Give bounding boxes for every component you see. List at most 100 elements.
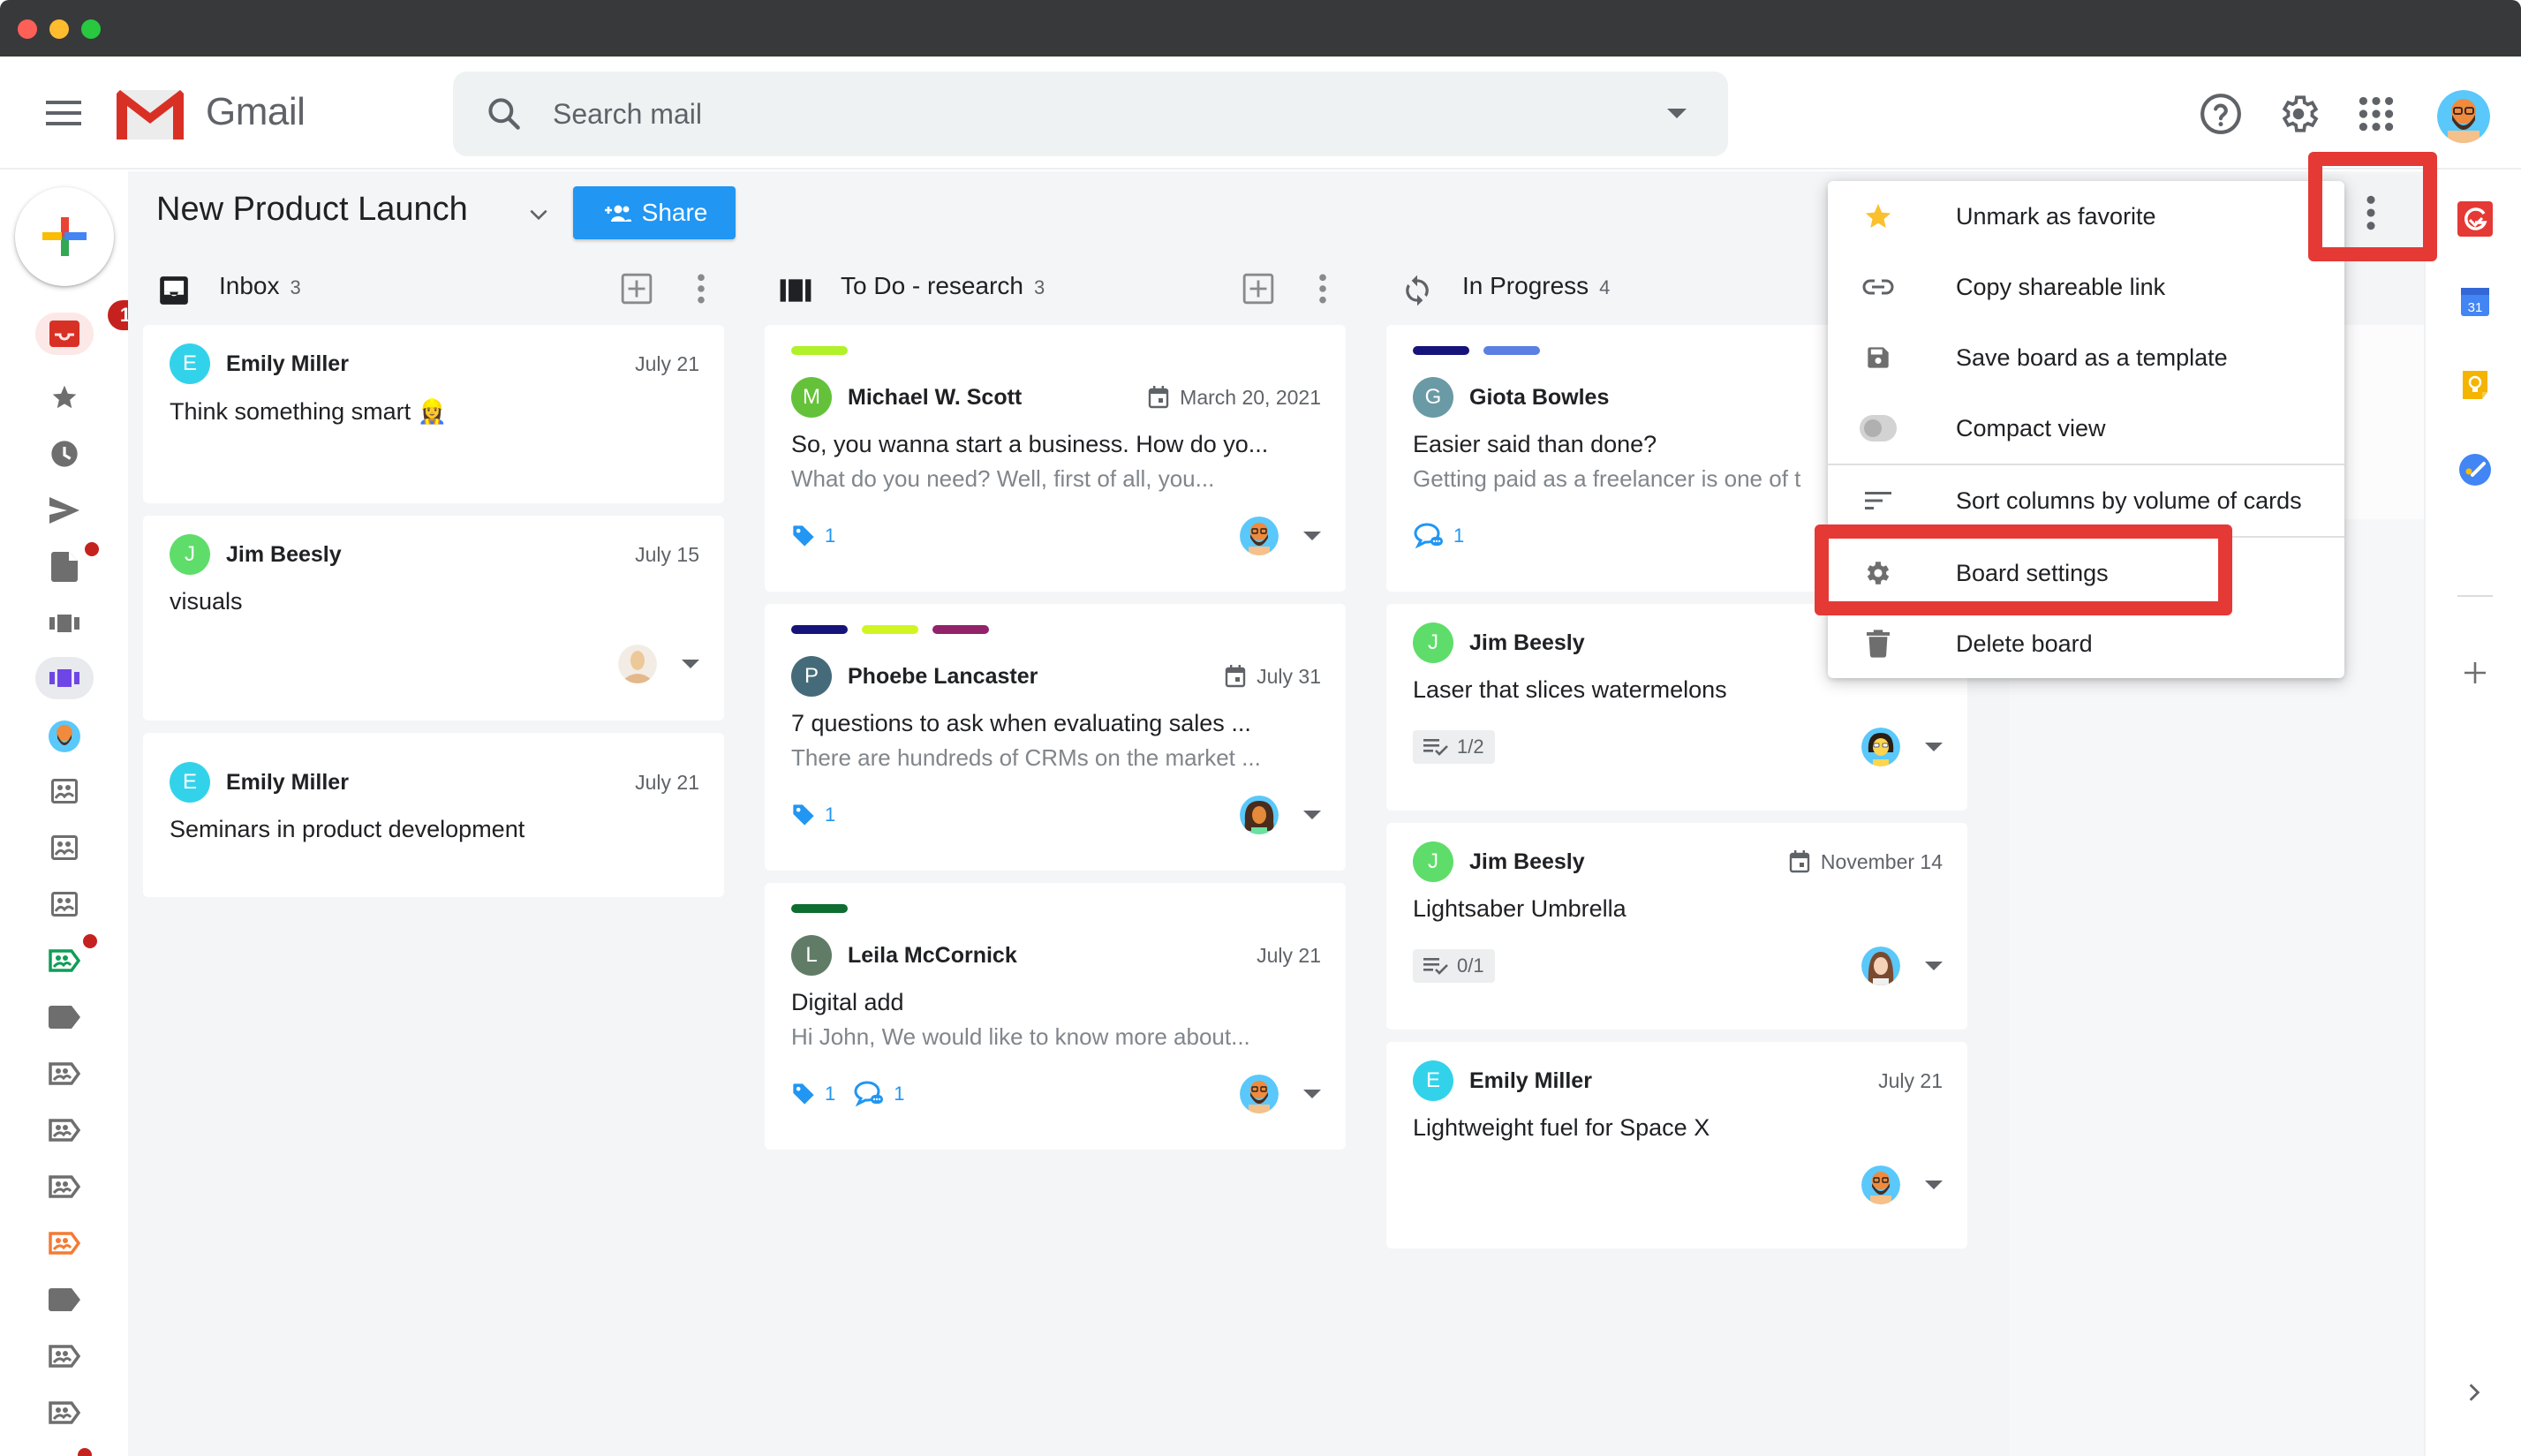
assignee[interactable] <box>1240 1075 1321 1113</box>
card[interactable]: P Phoebe Lancaster July 31 7 questions t… <box>765 604 1346 871</box>
sidebar-item-label-shared[interactable] <box>35 1393 94 1432</box>
sidebar-item-label-contacts[interactable] <box>35 885 94 924</box>
sidebar-item-inbox[interactable]: 1 <box>35 300 143 355</box>
assignee-dropdown-icon[interactable] <box>682 660 699 668</box>
label-bar[interactable] <box>791 346 848 355</box>
compact-view-toggle[interactable] <box>1860 415 1897 441</box>
sidebar-item-sent[interactable] <box>35 491 94 530</box>
card[interactable]: J Jim Beesly November 14 Lightsaber Umbr… <box>1386 823 1967 1030</box>
keep-icon[interactable] <box>2457 367 2493 403</box>
more-vertical-icon[interactable] <box>692 272 710 306</box>
sidebar-item-snoozed[interactable] <box>35 434 94 473</box>
long-hair-woman-avatar[interactable] <box>1861 947 1900 985</box>
menu-item-delete-board[interactable]: Delete board <box>1828 608 2344 679</box>
tag-count[interactable]: 1 <box>791 523 835 549</box>
curly-woman-avatar[interactable] <box>1240 796 1279 834</box>
card[interactable]: L Leila McCornick July 21 Digital add Hi… <box>765 883 1346 1150</box>
toggle-switch[interactable] <box>1858 408 1898 449</box>
menu-item-compact-view[interactable]: Compact view <box>1828 393 2344 464</box>
add-card-icon[interactable] <box>1242 272 1275 306</box>
search-options-icon[interactable] <box>1667 109 1687 118</box>
assignee[interactable] <box>618 645 699 683</box>
calendar-app-icon[interactable]: 31 <box>2457 284 2493 320</box>
sidebar-item-label[interactable] <box>35 998 94 1037</box>
assignee[interactable] <box>1240 517 1321 555</box>
share-button[interactable]: Share <box>573 186 736 239</box>
sidebar-item-label-shared[interactable] <box>35 1111 94 1150</box>
bearded-man-avatar[interactable] <box>1240 1075 1279 1113</box>
label-bar[interactable] <box>932 625 989 634</box>
sidebar-item-contact[interactable] <box>35 717 94 756</box>
card[interactable]: J Jim Beesly July 15 visuals <box>143 516 724 720</box>
add-card-icon[interactable] <box>620 272 653 306</box>
assignee[interactable] <box>1861 1166 1943 1204</box>
sidebar-item-label[interactable] <box>35 1280 94 1319</box>
tag-count[interactable]: 1 <box>791 802 835 828</box>
assignee[interactable] <box>1240 796 1321 834</box>
checklist-progress[interactable]: 1/2 <box>1413 730 1495 764</box>
compose-button[interactable] <box>15 187 114 286</box>
board-title[interactable]: New Product Launch <box>156 191 468 229</box>
menu-item-sort-columns[interactable]: Sort columns by volume of cards <box>1828 465 2344 536</box>
chevron-down-icon[interactable] <box>527 203 550 226</box>
sidebar-item-boards[interactable] <box>35 604 94 643</box>
checklist-value: 0/1 <box>1457 954 1484 977</box>
gmelius-icon[interactable] <box>2457 201 2493 237</box>
sidebar-item-label-contacts[interactable] <box>35 828 94 867</box>
close-window-button[interactable] <box>18 19 37 39</box>
sidebar-item-current-board[interactable] <box>35 657 94 699</box>
card[interactable]: M Michael W. Scott March 20, 2021 So, yo… <box>765 325 1346 592</box>
menu-item-save-template[interactable]: Save board as a template <box>1828 322 2344 393</box>
default-person-avatar[interactable] <box>618 645 657 683</box>
bearded-man-avatar[interactable] <box>1240 517 1279 555</box>
card[interactable]: E Emily Miller July 21 Lightweight fuel … <box>1386 1042 1967 1249</box>
comment-count[interactable]: 1 <box>853 1080 905 1108</box>
assignee-dropdown-icon[interactable] <box>1303 811 1321 819</box>
menu-item-copy-link[interactable]: Copy shareable link <box>1828 252 2344 322</box>
assignee-dropdown-icon[interactable] <box>1303 1090 1321 1098</box>
sidebar-item-label-shared-orange[interactable] <box>35 1224 94 1263</box>
label-bar[interactable] <box>1413 346 1469 355</box>
card-footer: 1/2 <box>1413 723 1943 771</box>
main-menu-button[interactable] <box>46 101 81 125</box>
tasks-icon[interactable] <box>2457 452 2493 487</box>
card[interactable]: E Emily Miller July 21 Think something s… <box>143 325 724 503</box>
tag-count[interactable]: 1 <box>791 1081 835 1107</box>
assignee-dropdown-icon[interactable] <box>1925 962 1943 970</box>
settings-icon[interactable] <box>2276 92 2321 136</box>
sidebar-item-label-contacts[interactable] <box>35 772 94 811</box>
sidebar-item-drafts[interactable] <box>35 542 99 586</box>
label-bar[interactable] <box>791 625 848 634</box>
menu-item-board-settings[interactable]: Board settings <box>1828 538 2344 608</box>
checklist-progress[interactable]: 0/1 <box>1413 949 1495 983</box>
assignee[interactable] <box>1861 728 1943 766</box>
comment-count[interactable]: 1 <box>1413 522 1464 550</box>
add-addon-icon[interactable] <box>2457 655 2493 690</box>
help-icon[interactable] <box>2199 92 2243 136</box>
expand-panel-icon[interactable] <box>2463 1381 2486 1404</box>
label-bar[interactable] <box>862 625 918 634</box>
search-icon[interactable] <box>485 94 524 133</box>
sidebar-item-label-shared-green[interactable] <box>35 934 97 980</box>
sidebar-item-label-shared[interactable] <box>35 1054 94 1093</box>
glasses-woman-avatar[interactable] <box>1861 728 1900 766</box>
label-bar[interactable] <box>791 904 848 913</box>
card[interactable]: E Emily Miller July 21 Seminars in produ… <box>143 733 724 897</box>
apps-icon[interactable] <box>2354 92 2398 136</box>
assignee[interactable] <box>1861 947 1943 985</box>
minimize-window-button[interactable] <box>49 19 69 39</box>
sidebar-item-label-shared[interactable] <box>35 1167 94 1206</box>
assignee-dropdown-icon[interactable] <box>1925 1181 1943 1189</box>
search-input[interactable] <box>553 91 1568 137</box>
assignee-dropdown-icon[interactable] <box>1303 532 1321 540</box>
more-vertical-icon[interactable] <box>1314 272 1332 306</box>
label-bar[interactable] <box>1483 346 1540 355</box>
maximize-window-button[interactable] <box>81 19 101 39</box>
account-avatar[interactable] <box>2437 90 2490 143</box>
sidebar-item-starred[interactable] <box>35 378 94 417</box>
bearded-man-avatar[interactable] <box>1861 1166 1900 1204</box>
search-bar[interactable] <box>453 72 1728 156</box>
assignee-dropdown-icon[interactable] <box>1925 743 1943 751</box>
menu-item-unmark-favorite[interactable]: Unmark as favorite <box>1828 181 2344 252</box>
sidebar-item-label-shared[interactable] <box>35 1337 94 1376</box>
